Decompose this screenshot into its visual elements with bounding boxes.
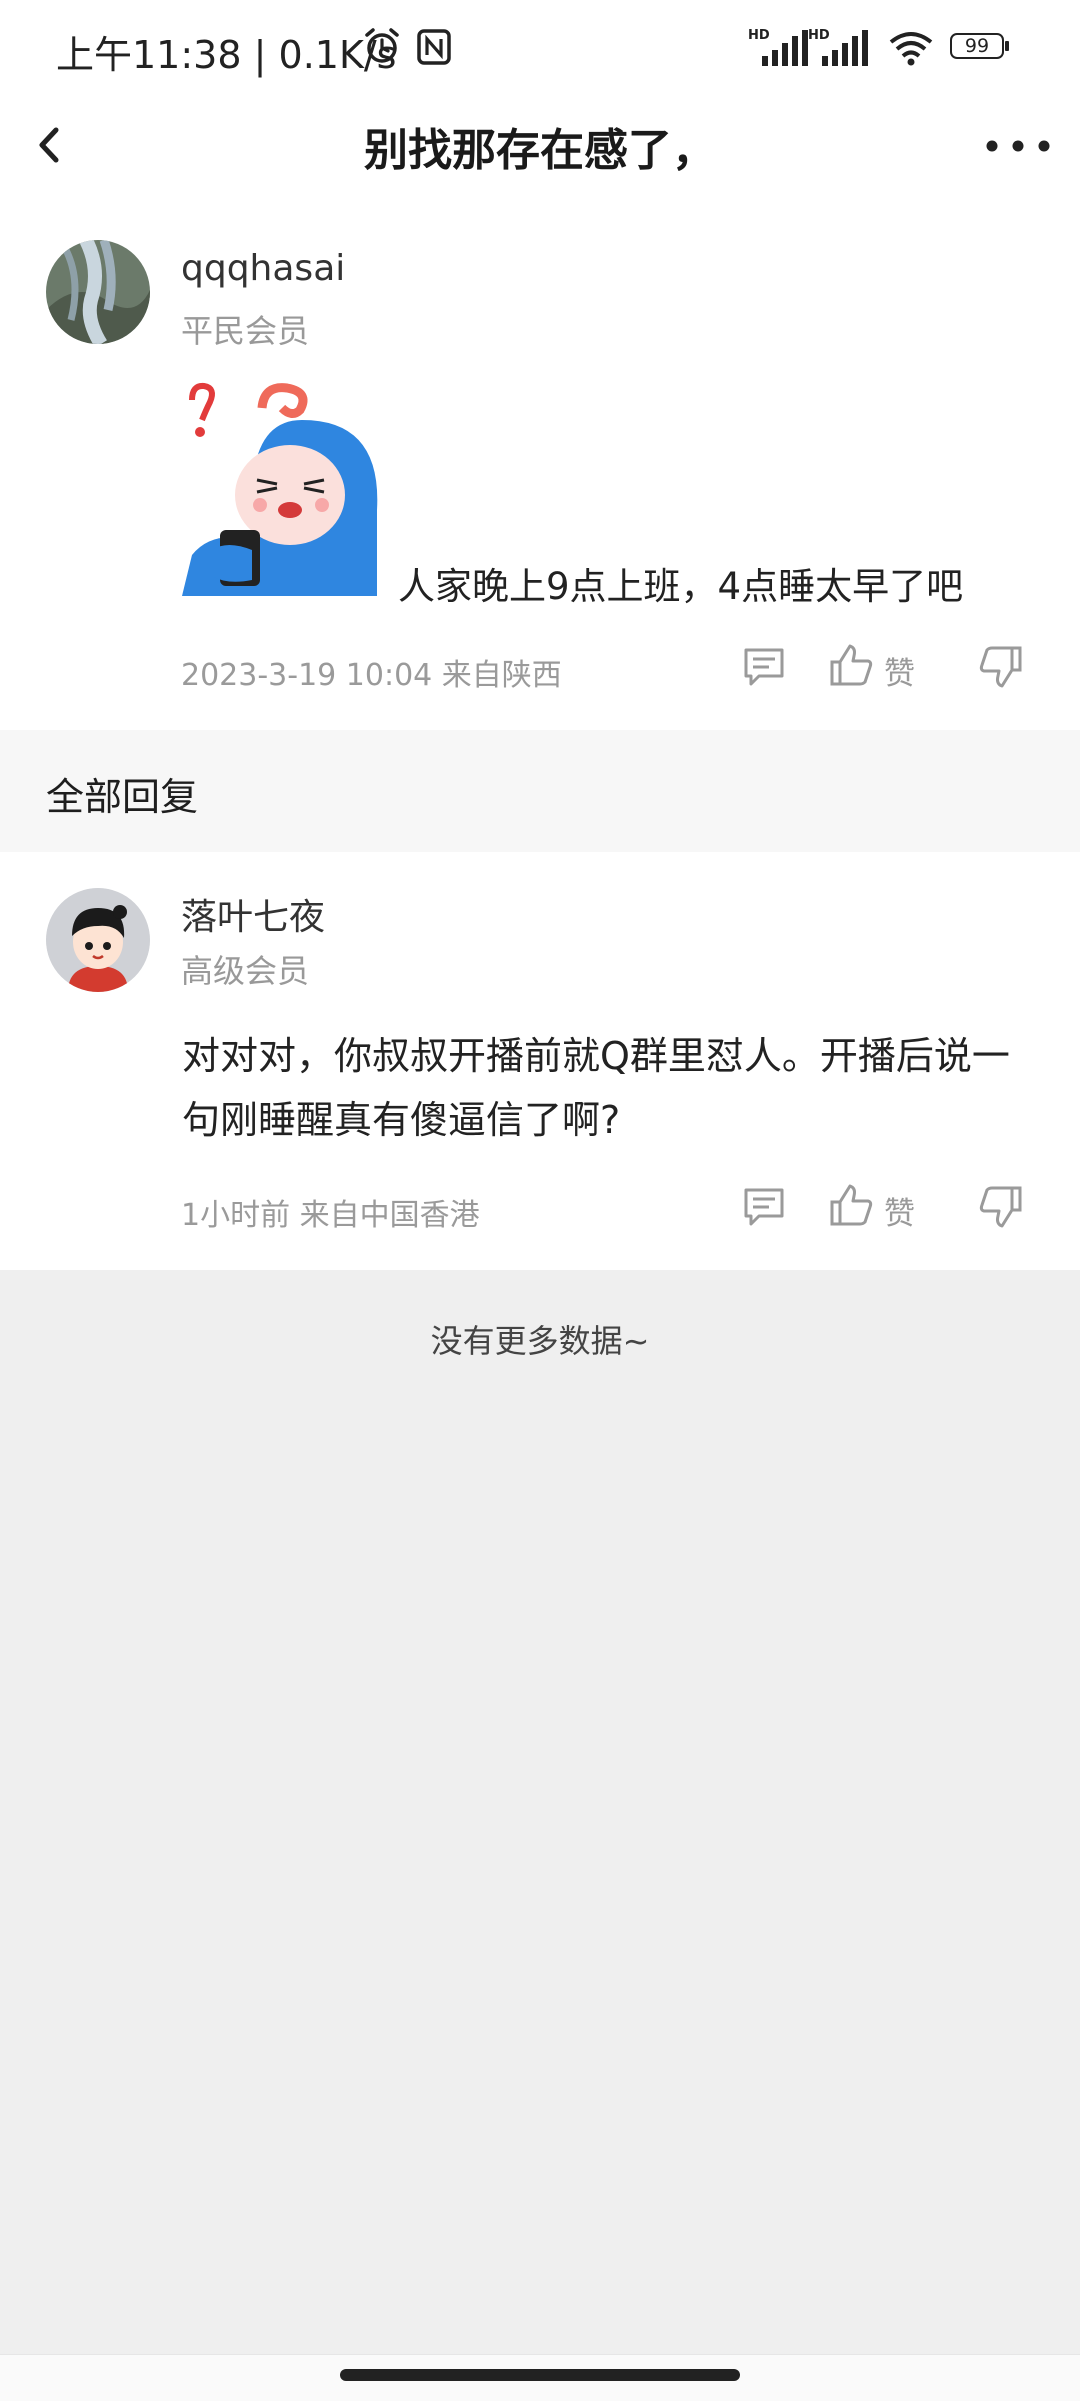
post-content: 人家晚上9点上班，4点睡太早了吧: [398, 565, 964, 608]
wifi-icon: [889, 32, 933, 66]
reply-author-name[interactable]: 落叶七夜: [181, 888, 325, 940]
more-options-icon[interactable]: [980, 126, 1060, 166]
signal-icon-2: [822, 30, 868, 66]
reply-meta: 1小时前 来自中国香港: [181, 1190, 480, 1234]
reply-content: 对对对，你叔叔开播前就Q群里怼人。开播后说一句刚睡醒真有傻逼信了啊?: [182, 1034, 1010, 1142]
top-nav-bar: 别找那存在感了，: [0, 96, 1080, 192]
comment-icon[interactable]: [741, 644, 787, 690]
home-indicator[interactable]: [340, 2369, 740, 2381]
like-icon[interactable]: [828, 1182, 874, 1228]
dislike-icon[interactable]: [978, 644, 1024, 690]
reply-author-avatar[interactable]: [46, 888, 150, 992]
battery-level: 99: [950, 33, 1004, 59]
battery-tip: [1005, 41, 1009, 51]
gesture-bar: [0, 2354, 1080, 2401]
status-bar: 上午11:38 | 0.1K/s HD HD 99: [0, 0, 1080, 96]
nfc-icon: [417, 29, 451, 65]
like-label[interactable]: 赞: [884, 1188, 915, 1233]
status-time-group: 上午11:38 | 0.1K/s: [56, 24, 396, 79]
post-time: 2023-3-19 10:04: [181, 658, 433, 693]
signal-icon-1: [762, 30, 808, 66]
sticker-image: [182, 382, 378, 596]
reply-time: 1小时前: [181, 1198, 291, 1233]
comment-icon[interactable]: [741, 1184, 787, 1230]
reply-location: 来自中国香港: [299, 1198, 480, 1233]
status-separator: |: [253, 33, 267, 77]
status-time: 上午11:38: [56, 33, 242, 77]
dislike-icon[interactable]: [978, 1184, 1024, 1230]
no-more-data: 没有更多数据~: [430, 1322, 650, 1360]
post-author-avatar[interactable]: [46, 240, 150, 344]
post-meta: 2023-3-19 10:04 来自陕西: [181, 650, 562, 694]
avatar-image: [46, 888, 150, 992]
all-replies-label: 全部回复: [46, 775, 199, 819]
battery-icon: 99: [950, 33, 1012, 63]
reply-item: 落叶七夜 高级会员 对对对，你叔叔开播前就Q群里怼人。开播后说一句刚睡醒真有傻逼…: [0, 852, 1080, 1270]
like-label[interactable]: 赞: [884, 648, 915, 693]
reply-author-level: 高级会员: [181, 952, 310, 990]
post-author-level: 平民会员: [181, 312, 310, 350]
avatar-image: [46, 240, 150, 344]
page-title: 别找那存在感了，: [364, 125, 716, 176]
section-header: 全部回复: [0, 730, 1080, 852]
post-location: 来自陕西: [441, 658, 562, 693]
alarm-icon: [365, 28, 399, 63]
like-icon[interactable]: [828, 642, 874, 688]
post-author-name[interactable]: qqqhasai: [181, 248, 345, 289]
